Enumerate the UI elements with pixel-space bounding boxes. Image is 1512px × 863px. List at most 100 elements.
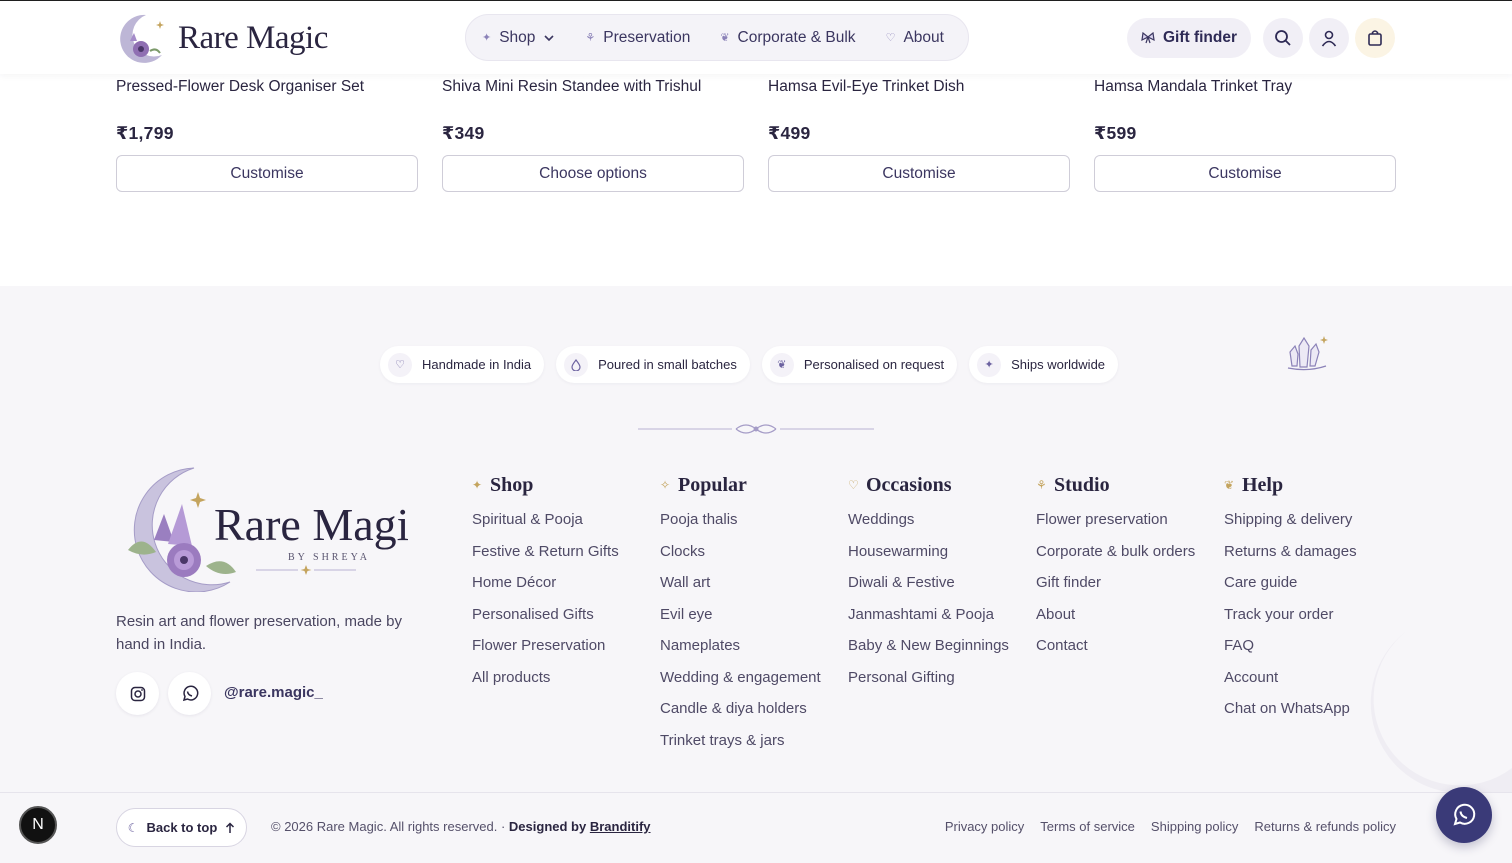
badge-label: Personalised on request	[803, 357, 945, 372]
nav-about[interactable]: ♡ About	[886, 29, 944, 47]
badge-personalised: ❦ Personalised on request	[761, 346, 958, 383]
footer-link[interactable]: Pooja thalis	[660, 510, 821, 542]
star-icon: ✧	[660, 478, 671, 492]
designer-link[interactable]: Branditify	[590, 819, 651, 834]
footer-link[interactable]: Janmashtami & Pooja	[848, 605, 1009, 637]
gift-finder-label: Gift finder	[1162, 29, 1238, 46]
choose-options-button[interactable]: Choose options	[442, 155, 744, 192]
footer-link[interactable]: Trinket trays & jars	[660, 731, 821, 763]
footer-link[interactable]: Care guide	[1224, 573, 1357, 605]
terms-link[interactable]: Terms of service	[1040, 819, 1135, 834]
footer-link[interactable]: Diwali & Festive	[848, 573, 1009, 605]
footer-link[interactable]: About	[1036, 605, 1195, 637]
user-icon	[1321, 30, 1337, 47]
footer-brand-logo[interactable]: Rare Magic BY SHREYA	[108, 462, 430, 597]
footer-link[interactable]: Track your order	[1224, 605, 1357, 637]
customise-button[interactable]: Customise	[116, 155, 418, 192]
customise-button[interactable]: Customise	[768, 155, 1070, 192]
badge-handmade: ♡ Handmade in India	[380, 346, 545, 383]
footer-link[interactable]: Flower Preservation	[472, 636, 619, 668]
nav-shop-label: Shop	[499, 28, 536, 46]
footer-col-title: Occasions	[866, 473, 952, 496]
footer-link[interactable]: Candle & diya holders	[660, 699, 821, 731]
sparkle-icon: ✦	[472, 478, 483, 492]
footer-link[interactable]: Spiritual & Pooja	[472, 510, 619, 542]
flower-icon: ⚘	[1036, 478, 1047, 492]
chevron-down-icon	[544, 34, 554, 41]
footer-logo-main: Rare Magic	[214, 499, 408, 550]
nav-about-label: About	[903, 28, 944, 46]
footer-link[interactable]: All products	[472, 668, 619, 700]
product-price: ₹499	[768, 123, 811, 143]
footer-link[interactable]: Gift finder	[1036, 573, 1195, 605]
heart-icon: ♡	[388, 352, 412, 377]
footer-link[interactable]: Wall art	[660, 573, 821, 605]
instagram-icon	[130, 686, 145, 701]
footer-link[interactable]: Contact	[1036, 636, 1195, 668]
account-button[interactable]	[1309, 18, 1349, 58]
shipping-policy-link[interactable]: Shipping policy	[1151, 819, 1238, 834]
footer-link[interactable]: Personal Gifting	[848, 668, 1009, 700]
footer-logo-sub: BY SHREYA	[288, 552, 370, 563]
footer-col-popular: ✧ Popular Pooja thalis Clocks Wall art E…	[660, 474, 821, 762]
footer-link[interactable]: Returns & damages	[1224, 542, 1357, 574]
whatsapp-icon	[1453, 803, 1476, 826]
footer-link[interactable]: Baby & New Beginnings	[848, 636, 1009, 668]
nav-corporate[interactable]: ❦ Corporate & Bulk	[720, 29, 855, 47]
footer-col-header: ❦ Help	[1224, 474, 1357, 496]
header-logo[interactable]: Rare Magic	[116, 11, 328, 65]
customise-button[interactable]: Customise	[1094, 155, 1396, 192]
footer-link[interactable]: Corporate & bulk orders	[1036, 542, 1195, 574]
product-name[interactable]: Hamsa Mandala Trinket Tray	[1094, 78, 1292, 96]
designed-by-label: Designed by	[508, 819, 587, 834]
moon-icon: ☾	[127, 820, 139, 835]
search-button[interactable]	[1263, 18, 1303, 58]
back-to-top-button[interactable]: ☾ Back to top	[116, 808, 247, 847]
footer-scallop-edge	[0, 284, 1512, 292]
product-name[interactable]: Hamsa Evil-Eye Trinket Dish	[768, 78, 964, 96]
nav-shop[interactable]: ✦ Shop	[482, 29, 555, 47]
bag-icon	[1368, 30, 1382, 46]
cart-button[interactable]	[1355, 18, 1395, 58]
brand-description: Resin art and flower preservation, made …	[116, 613, 402, 653]
footer-link[interactable]: FAQ	[1224, 636, 1357, 668]
whatsapp-chat-button[interactable]	[1436, 787, 1492, 843]
footer-col-header: ✧ Popular	[660, 474, 821, 496]
footer-link[interactable]: Weddings	[848, 510, 1009, 542]
moon-flower-logo-icon	[120, 14, 164, 63]
footer-link[interactable]: Flower preservation	[1036, 510, 1195, 542]
product-row: Pressed-Flower Desk Organiser Set ₹1,799…	[0, 74, 1512, 286]
dev-indicator-badge[interactable]: N	[19, 806, 57, 844]
heart-icon: ♡	[885, 32, 896, 44]
footer-link[interactable]: Evil eye	[660, 605, 821, 637]
footer-link[interactable]: Home Décor	[472, 573, 619, 605]
copyright-notice: © 2026 Rare Magic. All rights reserved. …	[271, 819, 506, 834]
footer-link[interactable]: Chat on WhatsApp	[1224, 699, 1357, 731]
logo-text: Rare Magic	[178, 19, 328, 56]
whatsapp-button[interactable]	[168, 672, 211, 715]
badge-label: Handmade in India	[422, 357, 532, 372]
gift-finder-button[interactable]: Gift finder	[1127, 18, 1251, 58]
footer-link[interactable]: Nameplates	[660, 636, 821, 668]
whatsapp-icon	[182, 685, 198, 701]
nav-preservation[interactable]: ⚘ Preservation	[585, 29, 690, 47]
product-price: ₹599	[1094, 123, 1137, 143]
instagram-button[interactable]	[116, 672, 159, 715]
nav-corporate-label: Corporate & Bulk	[737, 28, 856, 46]
instagram-handle[interactable]: @rare.magic_	[224, 684, 323, 701]
site-header: Rare Magic ✦ Shop ⚘ Preservation ❦ Corpo…	[0, 0, 1512, 74]
footer-link[interactable]: Account	[1224, 668, 1357, 700]
product-name[interactable]: Pressed-Flower Desk Organiser Set	[116, 78, 364, 96]
leaf-icon: ❦	[769, 352, 794, 377]
footer-link[interactable]: Wedding & engagement	[660, 668, 821, 700]
returns-policy-link[interactable]: Returns & refunds policy	[1254, 819, 1396, 834]
footer-link[interactable]: Clocks	[660, 542, 821, 574]
privacy-policy-link[interactable]: Privacy policy	[945, 819, 1024, 834]
footer-link[interactable]: Personalised Gifts	[472, 605, 619, 637]
footer-link[interactable]: Festive & Return Gifts	[472, 542, 619, 574]
footer-link[interactable]: Shipping & delivery	[1224, 510, 1357, 542]
footer-link[interactable]: Housewarming	[848, 542, 1009, 574]
product-name[interactable]: Shiva Mini Resin Standee with Trishul	[442, 78, 701, 96]
trust-badges: ♡ Handmade in India Poured in small batc…	[380, 346, 1119, 383]
badge-small-batches: Poured in small batches	[556, 346, 750, 383]
